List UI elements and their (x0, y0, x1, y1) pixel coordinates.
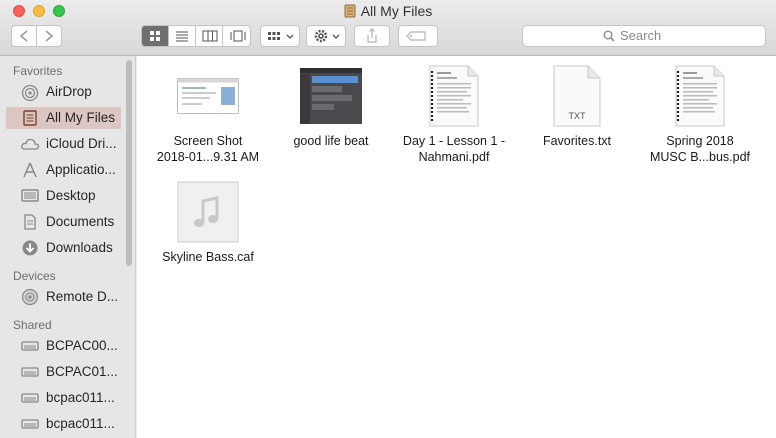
share-icon (367, 28, 377, 43)
desktop-icon (20, 187, 40, 205)
screenshot-thumbnail (176, 64, 240, 128)
file-item[interactable]: TXT Favorites.txt (517, 64, 637, 149)
tags-button[interactable] (398, 25, 438, 47)
chevron-right-icon (45, 30, 54, 42)
file-item[interactable]: Screen Shot 2018-01...9.31 AM (148, 64, 268, 165)
disc-icon (20, 288, 40, 306)
file-name-line-1: good life beat (293, 134, 369, 148)
sidebar-item-label: Remote D... (46, 289, 119, 304)
cover-flow-icon (230, 30, 246, 42)
sidebar-item-label: Downloads (46, 240, 113, 255)
server-icon (20, 337, 40, 355)
cloud-icon (20, 135, 40, 153)
sidebar-item-label: AirDrop (46, 84, 92, 99)
pdf-document-icon (668, 64, 732, 128)
action-button[interactable] (306, 25, 346, 47)
file-item[interactable]: good life beat (271, 64, 391, 149)
txt-document-icon: TXT (545, 64, 609, 128)
file-name: Skyline Bass.caf (148, 249, 268, 265)
column-view-button[interactable] (196, 26, 223, 46)
file-item[interactable]: Spring 2018 MUSC B...bus.pdf (640, 64, 760, 165)
search-placeholder: Search (620, 28, 662, 43)
search-field[interactable]: Search (522, 25, 766, 47)
server-icon (20, 363, 40, 381)
documents-icon (20, 213, 40, 231)
all-my-files-icon (20, 109, 40, 127)
file-grid: Screen Shot 2018-01...9.31 AM good life be… (137, 56, 776, 438)
sidebar-item-label: Documents (46, 214, 115, 229)
sidebar-section-devices: Devices (13, 269, 56, 283)
arrange-grid-icon (268, 32, 294, 40)
title-toolbar: All My Files Search (0, 0, 776, 56)
file-name-line-1: Spring 2018 (666, 134, 734, 148)
sidebar-item-desktop[interactable]: Desktop (6, 185, 121, 207)
garageband-project-thumbnail (299, 64, 363, 128)
file-name-line-2: Nahmani.pdf (418, 150, 490, 164)
sidebar-item-all-my-files[interactable]: All My Files (6, 107, 121, 129)
file-name: good life beat (271, 133, 391, 149)
gear-icon (314, 29, 340, 43)
server-icon (20, 415, 40, 433)
list-view-button[interactable] (169, 26, 196, 46)
file-name-line-1: Favorites.txt (542, 134, 612, 148)
search-icon (603, 30, 615, 42)
icon-grid-icon (150, 31, 160, 41)
airdrop-icon (20, 83, 40, 102)
file-name-line-2: 2018-01...9.31 AM (156, 150, 260, 164)
sidebar-item-documents[interactable]: Documents (6, 211, 121, 233)
file-name-line-2: MUSC B...bus.pdf (649, 150, 751, 164)
file-name-line-1: Skyline Bass.caf (162, 250, 254, 264)
server-icon (20, 389, 40, 407)
file-name: Screen Shot 2018-01...9.31 AM (148, 133, 268, 165)
list-lines-icon (176, 31, 188, 42)
sidebar-item-label: BCPAC00... (46, 338, 118, 353)
all-my-files-icon (344, 4, 356, 18)
sidebar-item-downloads[interactable]: Downloads (6, 237, 121, 259)
file-name-line-1: Day 1 - Lesson 1 - (402, 134, 506, 148)
sidebar-item-label: Desktop (46, 188, 96, 203)
finder-window: All My Files Search Favorites AirDrop Al… (0, 0, 776, 438)
view-mode-control (141, 25, 251, 47)
sidebar-item-label: iCloud Dri... (46, 136, 117, 151)
sidebar-item-bcpac00[interactable]: BCPAC00... (6, 335, 121, 357)
columns-icon (202, 30, 218, 42)
chevron-left-icon (19, 30, 28, 42)
sidebar: Favorites AirDrop All My Files iCloud Dri..… (0, 56, 136, 438)
share-button[interactable] (354, 25, 390, 47)
sidebar-item-label: bcpac011... (46, 416, 115, 431)
arrange-button[interactable] (260, 25, 300, 47)
file-name: Favorites.txt (517, 133, 637, 149)
sidebar-item-label: bcpac011... (46, 390, 115, 405)
sidebar-item-applicatio[interactable]: Applicatio... (6, 159, 121, 181)
file-name: Day 1 - Lesson 1 - Nahmani.pdf (394, 133, 514, 165)
sidebar-section-favorites: Favorites (13, 64, 63, 78)
applications-icon (20, 161, 40, 179)
sidebar-item-bcpac011[interactable]: bcpac011... (6, 387, 121, 409)
back-button[interactable] (11, 25, 37, 47)
sidebar-item-icloud-dri[interactable]: iCloud Dri... (6, 133, 121, 155)
gallery-view-button[interactable] (223, 26, 250, 46)
sidebar-item-bcpac01[interactable]: BCPAC01... (6, 361, 121, 383)
downloads-icon (20, 239, 40, 257)
audio-file-icon (176, 180, 240, 244)
sidebar-item-remote-d[interactable]: Remote D... (6, 286, 121, 308)
sidebar-scrollbar[interactable] (126, 60, 132, 266)
pdf-document-icon (422, 64, 486, 128)
file-name-line-1: Screen Shot (173, 134, 243, 148)
sidebar-item-airdrop[interactable]: AirDrop (6, 81, 121, 103)
sidebar-item-bcpac011[interactable]: bcpac011... (6, 413, 121, 435)
file-item[interactable]: Day 1 - Lesson 1 - Nahmani.pdf (394, 64, 514, 165)
sidebar-section-shared: Shared (13, 318, 52, 332)
sidebar-item-label: Applicatio... (46, 162, 116, 177)
file-type-badge: TXT (568, 111, 586, 121)
tag-icon (406, 31, 426, 41)
file-name: Spring 2018 MUSC B...bus.pdf (640, 133, 760, 165)
sidebar-item-label: BCPAC01... (46, 364, 118, 379)
file-item[interactable]: Skyline Bass.caf (148, 180, 268, 265)
sidebar-item-label: All My Files (46, 110, 116, 125)
icon-view-button[interactable] (142, 26, 169, 46)
forward-button[interactable] (36, 25, 62, 47)
window-title-area: All My Files (0, 3, 776, 19)
window-title: All My Files (360, 3, 433, 19)
